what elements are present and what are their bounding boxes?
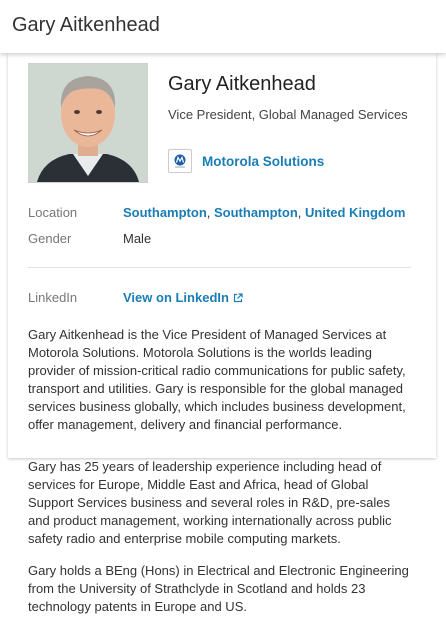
linkedin-label: LinkedIn	[28, 290, 78, 305]
location-separator: ,	[206, 205, 214, 220]
gender-value: Male	[123, 231, 152, 246]
bio-paragraph-2: Gary has 25 years of leadership experien…	[28, 458, 413, 548]
bio-text-2: Gary has 25 years of leadership experien…	[28, 459, 392, 546]
location-city-link[interactable]: Southampton	[123, 205, 207, 220]
location-separator: ,	[297, 205, 305, 220]
profile-name: Gary Aitkenhead	[168, 73, 316, 95]
app-header: Gary Aitkenhead	[0, 0, 446, 53]
profile-photo	[28, 63, 148, 183]
company-link[interactable]: Motorola Solutions	[202, 154, 324, 169]
bio-text-3: Gary holds a BEng (Hons) in Electrical a…	[28, 563, 409, 614]
view-on-linkedin-link[interactable]: View on LinkedIn	[123, 290, 229, 305]
profile-job-title: Vice President, Global Managed Services	[168, 107, 408, 122]
motorola-logo-icon	[168, 149, 192, 173]
bio-paragraph-1: Gary Aitkenhead is the Vice President of…	[28, 326, 413, 434]
location-country-link[interactable]: United Kingdom	[305, 205, 405, 220]
linkedin-link-row[interactable]: View on LinkedIn	[123, 290, 243, 306]
external-link-icon	[233, 291, 243, 306]
location-region-link[interactable]: Southampton	[214, 205, 298, 220]
section-divider	[28, 267, 411, 268]
profile-photo-image	[29, 64, 147, 182]
bio-text-1: Gary Aitkenhead is the Vice President of…	[28, 327, 406, 432]
gender-label: Gender	[28, 231, 72, 246]
header-title: Gary Aitkenhead	[12, 14, 160, 36]
location-value: Southampton, Southampton, United Kingdom	[123, 205, 405, 220]
company-row[interactable]: Motorola Solutions	[168, 149, 324, 173]
bio-paragraph-3: Gary holds a BEng (Hons) in Electrical a…	[28, 562, 413, 616]
location-label: Location	[28, 205, 78, 220]
